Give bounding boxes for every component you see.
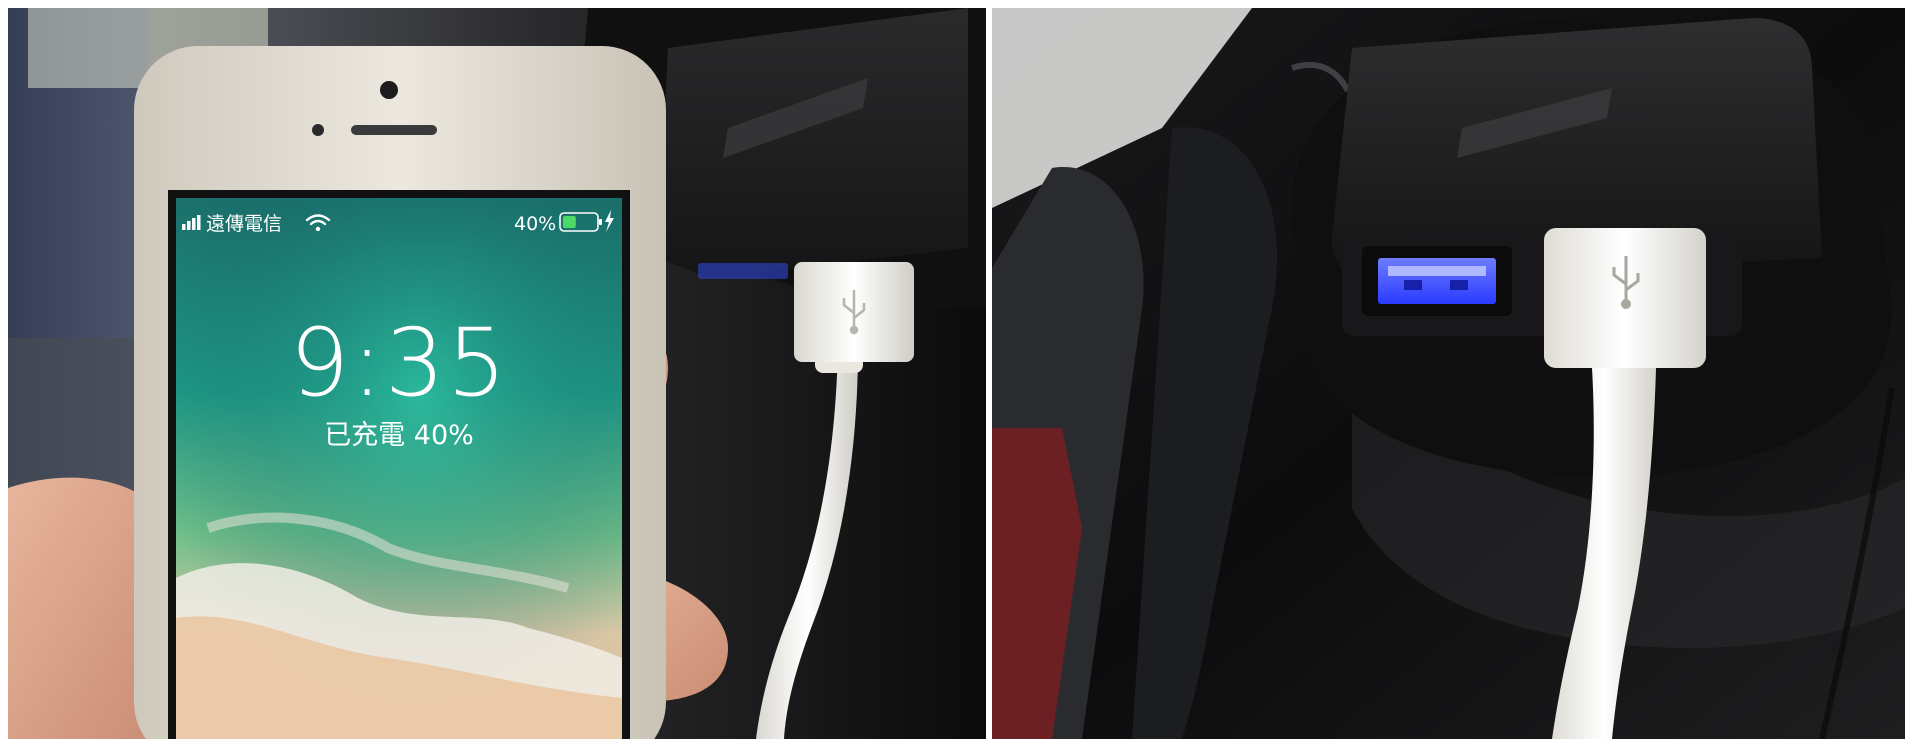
left-photo-scene: 遠傳電信 40% 9:35 已充電 40% — [8, 8, 986, 739]
left-photo-phone-charging: 遠傳電信 40% 9:35 已充電 40% — [8, 8, 986, 739]
charging-status-text: 已充電 40% — [324, 420, 474, 451]
battery-percentage: 40% — [514, 213, 556, 235]
phone-lock-screen — [168, 190, 630, 739]
right-photo-usb-port — [992, 8, 1905, 739]
right-photo-scene — [992, 8, 1905, 739]
photo-collage: 遠傳電信 40% 9:35 已充電 40% — [0, 0, 1905, 739]
front-camera — [380, 81, 398, 99]
carrier-name: 遠傳電信 — [206, 213, 282, 235]
proximity-sensor — [312, 124, 324, 136]
car-charger-body — [658, 8, 968, 278]
usb-port-blue — [1362, 246, 1512, 316]
earpiece-speaker — [351, 125, 437, 135]
lock-screen-time: 9:35 — [289, 309, 508, 418]
